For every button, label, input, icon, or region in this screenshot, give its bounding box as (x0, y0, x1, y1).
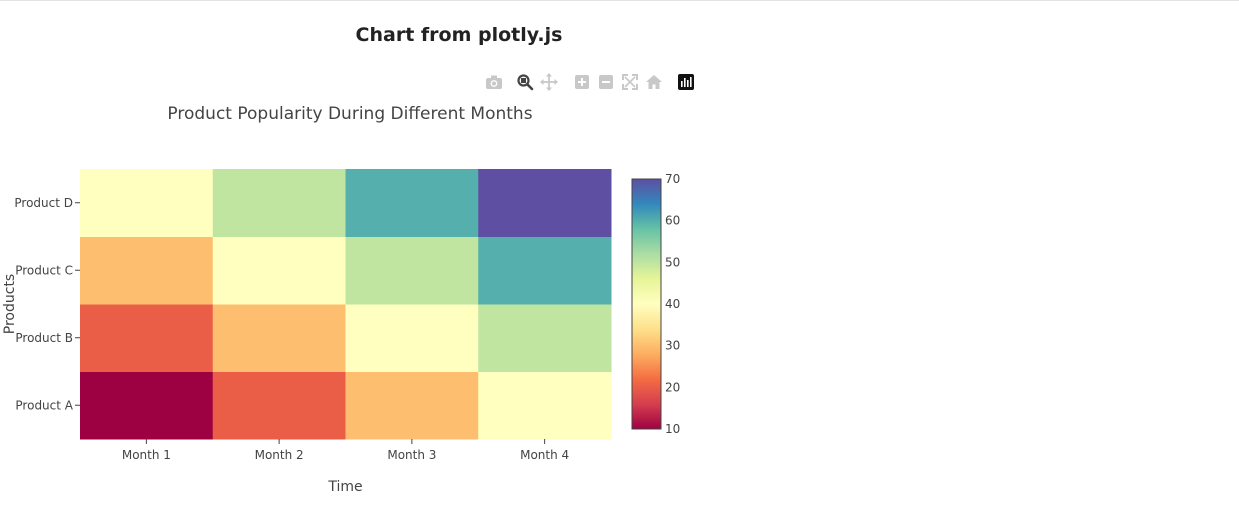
colorbar-tick-label: 70 (665, 172, 680, 186)
y-tick-label: Product D (14, 196, 73, 210)
colorbar-tick-label: 50 (665, 255, 680, 269)
heatmap-cell[interactable] (478, 169, 612, 237)
heatmap-cells (80, 169, 612, 440)
heatmap-cell[interactable] (345, 371, 479, 440)
y-axis-title: Products (2, 274, 18, 334)
y-tick-label: Product A (15, 398, 73, 412)
heatmap-cell[interactable] (212, 371, 346, 440)
x-tick-label: Month 1 (122, 448, 171, 462)
heatmap-cell[interactable] (345, 304, 479, 372)
heatmap-cell[interactable] (80, 169, 214, 237)
y-axis-ticks: Product A Product B Product C Product D (14, 196, 80, 412)
heatmap-cell[interactable] (212, 304, 346, 372)
colorbar-tick-label: 20 (665, 380, 680, 394)
y-tick-label: Product C (15, 263, 73, 277)
x-tick-label: Month 2 (255, 448, 304, 462)
heatmap-cell[interactable] (212, 236, 346, 305)
colorbar-tick-label: 30 (665, 339, 680, 353)
colorbar-ticks: 10 20 30 40 50 60 70 (665, 172, 680, 436)
x-axis-ticks: Month 1 Month 2 Month 3 Month 4 (122, 439, 569, 462)
x-axis-title: Time (327, 479, 362, 495)
heatmap-cell[interactable] (478, 304, 612, 372)
heatmap-cell[interactable] (212, 169, 346, 237)
colorbar-tick-label: 60 (665, 214, 680, 228)
y-tick-label: Product B (15, 331, 73, 345)
heatmap-cell[interactable] (80, 236, 214, 305)
heatmap-cell[interactable] (80, 304, 214, 372)
chart-title: Product Popularity During Different Mont… (167, 104, 532, 124)
heatmap-cell[interactable] (345, 169, 479, 237)
heatmap-cell[interactable] (478, 371, 612, 440)
heatmap-cell[interactable] (345, 236, 479, 305)
colorbar-tick-label: 40 (665, 297, 680, 311)
heatmap-cell[interactable] (478, 236, 612, 305)
x-tick-label: Month 4 (520, 448, 569, 462)
x-tick-label: Month 3 (387, 448, 436, 462)
colorbar-tick-label: 10 (665, 422, 680, 436)
heatmap-cell[interactable] (80, 371, 214, 440)
heatmap-chart: Product Popularity During Different Mont… (2, 104, 680, 495)
colorbar (631, 178, 662, 430)
